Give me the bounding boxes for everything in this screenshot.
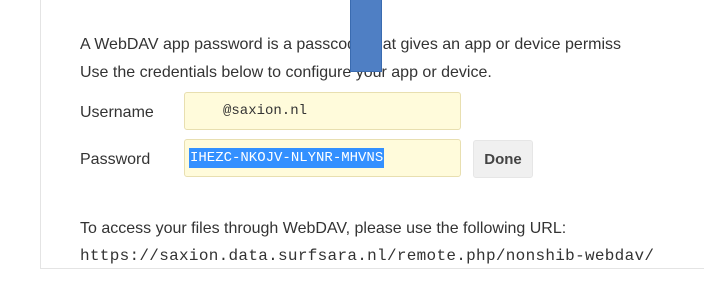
password-label: Password [80, 151, 151, 168]
done-button[interactable]: Done [473, 140, 533, 178]
webdav-instructions: To access your files through WebDAV, ple… [80, 220, 567, 237]
username-label: Username [80, 104, 154, 121]
password-value-selected: IHEZC-NKOJV-NLYNR-MHVNS [189, 148, 385, 168]
password-field[interactable]: IHEZC-NKOJV-NLYNR-MHVNS [184, 139, 461, 177]
intro-text-line-2: Use the credentials below to configure y… [80, 64, 492, 81]
webdav-url[interactable]: https://saxion.data.surfsara.nl/remote.p… [80, 247, 702, 265]
annotation-marker [350, 0, 382, 72]
username-field[interactable]: @saxion.nl [184, 92, 461, 130]
intro-text-line-1: A WebDAV app password is a passcode that… [80, 36, 622, 53]
username-value: @saxion.nl [223, 103, 308, 119]
